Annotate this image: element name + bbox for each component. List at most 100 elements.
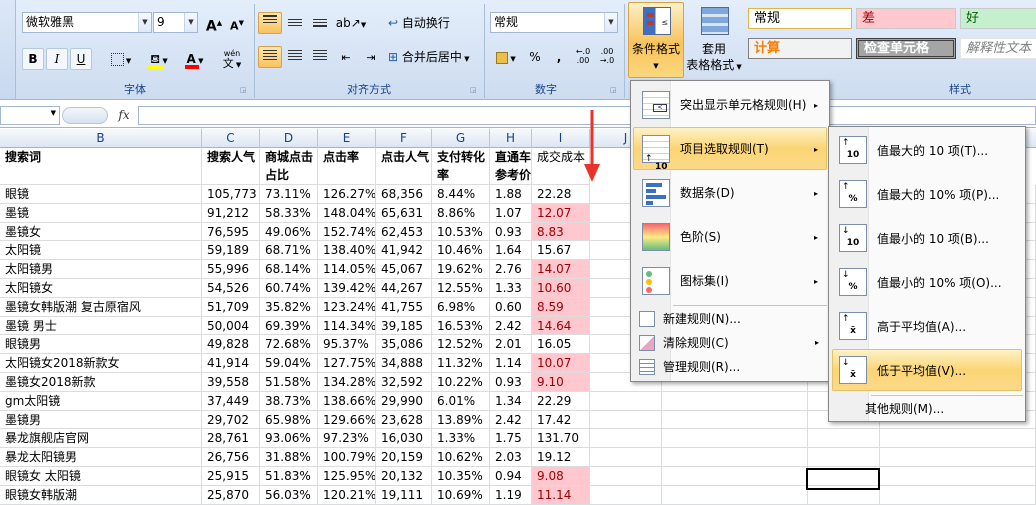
cell-ctr[interactable]: 97.23% xyxy=(318,429,376,449)
cell-popularity[interactable]: 49,828 xyxy=(202,335,260,355)
style-good[interactable]: 好 xyxy=(960,8,1036,29)
empty-cell[interactable] xyxy=(662,467,808,486)
cell-ref-price[interactable]: 2.03 xyxy=(490,448,532,467)
empty-cell[interactable] xyxy=(880,448,1036,467)
chevron-down-icon[interactable]: ▼ xyxy=(604,13,617,32)
cell-click-popularity[interactable]: 41,942 xyxy=(376,241,432,261)
cell-click-popularity[interactable]: 68,356 xyxy=(376,185,432,204)
empty-cell[interactable] xyxy=(662,448,808,467)
cell-mall-click-share[interactable]: 51.58% xyxy=(260,373,318,392)
cell-search-term[interactable]: 太阳镜女 xyxy=(0,279,202,298)
header-cell-mall-click-share[interactable]: 商城点击 占比 xyxy=(260,148,318,185)
cell-popularity[interactable]: 39,558 xyxy=(202,373,260,392)
cell-click-popularity[interactable]: 23,628 xyxy=(376,410,432,430)
menu-item-highlight-rules[interactable]: < 突出显示单元格规则(H) ▸ xyxy=(633,83,827,126)
align-middle-button[interactable] xyxy=(283,12,307,34)
cell-cost[interactable]: 11.14 xyxy=(532,485,590,505)
formula-splitter[interactable] xyxy=(62,107,108,124)
header-cell-conversion[interactable]: 支付转化率 xyxy=(432,148,490,185)
cell-search-term[interactable]: 暴龙太阳镜男 xyxy=(0,448,202,467)
cell-cost[interactable]: 19.12 xyxy=(532,448,590,467)
cell-conversion[interactable]: 10.46% xyxy=(432,241,490,261)
cell-cost[interactable]: 14.07 xyxy=(532,260,590,279)
cell-click-popularity[interactable]: 44,267 xyxy=(376,279,432,298)
header-cell-search-term[interactable]: 搜索词 xyxy=(0,148,202,185)
cell-click-popularity[interactable]: 62,453 xyxy=(376,222,432,242)
cell-conversion[interactable]: 8.86% xyxy=(432,203,490,223)
number-format-combo[interactable]: 常规 ▼ xyxy=(490,12,618,33)
cell-search-term[interactable]: 眼镜 xyxy=(0,185,202,204)
cell-ctr[interactable]: 123.24% xyxy=(318,297,376,317)
header-cell-click-popularity[interactable]: 点击人气 xyxy=(376,148,432,185)
cell-conversion[interactable]: 6.98% xyxy=(432,297,490,317)
submenu-item-above-average[interactable]: ↑ x̄ 高于平均值(A)... xyxy=(832,305,1022,347)
cell-ctr[interactable]: 100.79% xyxy=(318,448,376,467)
menu-item-new-rule[interactable]: 新建规则(N)... xyxy=(633,307,827,331)
cell-click-popularity[interactable]: 19,111 xyxy=(376,485,432,505)
column-header-h[interactable]: H xyxy=(490,129,532,148)
cell-mall-click-share[interactable]: 69.39% xyxy=(260,316,318,336)
cell-ctr[interactable]: 138.40% xyxy=(318,241,376,261)
empty-cell[interactable] xyxy=(590,429,662,449)
cell-conversion[interactable]: 10.62% xyxy=(432,448,490,467)
cell-ctr[interactable]: 138.66% xyxy=(318,391,376,411)
cell-cost[interactable]: 8.83 xyxy=(532,222,590,242)
cell-popularity[interactable]: 25,870 xyxy=(202,485,260,505)
shrink-font-button[interactable]: A▼ xyxy=(226,12,248,34)
cell-conversion[interactable]: 12.52% xyxy=(432,335,490,355)
header-cell-popularity[interactable]: 搜索人气 xyxy=(202,148,260,185)
cell-popularity[interactable]: 105,773 xyxy=(202,185,260,204)
cell-mall-click-share[interactable]: 73.11% xyxy=(260,185,318,204)
cell-ctr[interactable]: 126.27% xyxy=(318,185,376,204)
cell-ctr[interactable]: 125.95% xyxy=(318,467,376,486)
dialog-launcher-icon[interactable]: ◲ xyxy=(470,86,477,94)
cell-ref-price[interactable]: 0.60 xyxy=(490,297,532,317)
cell-click-popularity[interactable]: 34,888 xyxy=(376,354,432,373)
cell-popularity[interactable]: 59,189 xyxy=(202,241,260,261)
style-normal[interactable]: 常规 xyxy=(748,8,852,29)
cell-mall-click-share[interactable]: 49.06% xyxy=(260,222,318,242)
submenu-item-top-10-percent[interactable]: ↑% 值最大的 10% 项(P)... xyxy=(832,173,1022,215)
empty-cell[interactable] xyxy=(662,429,808,449)
selected-cell[interactable] xyxy=(806,468,880,490)
cell-ref-price[interactable]: 1.14 xyxy=(490,354,532,373)
cell-click-popularity[interactable]: 29,990 xyxy=(376,391,432,411)
empty-cell[interactable] xyxy=(590,485,662,505)
chevron-down-icon[interactable]: ▼ xyxy=(184,13,197,32)
empty-cell[interactable] xyxy=(662,485,808,505)
cell-ref-price[interactable]: 1.34 xyxy=(490,391,532,411)
cell-popularity[interactable]: 51,709 xyxy=(202,297,260,317)
cell-mall-click-share[interactable]: 38.73% xyxy=(260,391,318,411)
cell-ref-price[interactable]: 2.01 xyxy=(490,335,532,355)
empty-cell[interactable] xyxy=(590,410,662,430)
empty-cell[interactable] xyxy=(808,448,880,467)
cell-click-popularity[interactable]: 20,132 xyxy=(376,467,432,486)
cell-click-popularity[interactable]: 39,185 xyxy=(376,316,432,336)
cell-ctr[interactable]: 120.21% xyxy=(318,485,376,505)
border-button[interactable]: ▼ xyxy=(104,48,138,70)
cell-popularity[interactable]: 91,212 xyxy=(202,203,260,223)
cell-cost[interactable]: 9.08 xyxy=(532,467,590,486)
cell-ref-price[interactable]: 2.42 xyxy=(490,316,532,336)
font-size-combo[interactable]: 9 ▼ xyxy=(153,12,198,33)
cell-ctr[interactable]: 114.34% xyxy=(318,316,376,336)
align-left-button[interactable] xyxy=(258,46,282,68)
cell-cost[interactable]: 12.07 xyxy=(532,203,590,223)
cell-popularity[interactable]: 29,702 xyxy=(202,410,260,430)
orientation-button[interactable]: ab↗▼ xyxy=(334,12,368,34)
dialog-launcher-icon[interactable]: ◲ xyxy=(240,86,247,94)
cell-conversion[interactable]: 19.62% xyxy=(432,260,490,279)
cell-search-term[interactable]: 墨镜女2018新款 xyxy=(0,373,202,392)
cell-mall-click-share[interactable]: 93.06% xyxy=(260,429,318,449)
cell-search-term[interactable]: 墨镜 男士 xyxy=(0,316,202,336)
menu-item-color-scales[interactable]: 色阶(S) ▸ xyxy=(633,215,827,258)
empty-cell[interactable] xyxy=(590,391,662,411)
cell-ctr[interactable]: 114.05% xyxy=(318,260,376,279)
submenu-item-more-rules[interactable]: 其他规则(M)... xyxy=(831,397,1023,421)
phonetic-button[interactable]: wén 文 ▼ xyxy=(215,46,249,72)
cell-mall-click-share[interactable]: 65.98% xyxy=(260,410,318,430)
cell-ctr[interactable]: 152.74% xyxy=(318,222,376,242)
cell-search-term[interactable]: 太阳镜女2018新款女 xyxy=(0,354,202,373)
table-format-button[interactable]: 套用 表格格式 ▼ xyxy=(684,2,744,78)
align-right-button[interactable] xyxy=(308,46,332,68)
